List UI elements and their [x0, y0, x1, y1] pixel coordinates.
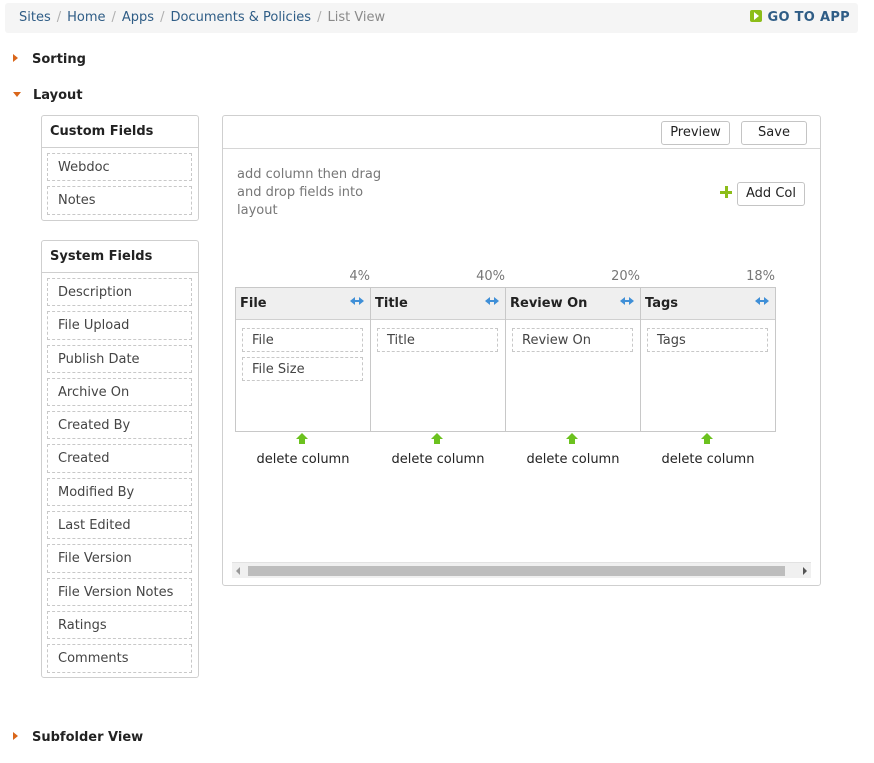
column-field-file[interactable]: File: [242, 328, 363, 352]
add-column-button[interactable]: Add Col: [737, 182, 805, 206]
field-comments[interactable]: Comments: [47, 644, 192, 673]
breadcrumb-separator: /: [160, 10, 165, 25]
scroll-right-icon[interactable]: [803, 567, 807, 575]
column-field-review-on[interactable]: Review On: [512, 328, 633, 352]
field-description[interactable]: Description: [47, 278, 192, 307]
column-title: File: [240, 296, 267, 311]
field-file-version[interactable]: File Version: [47, 544, 192, 573]
scroll-left-icon[interactable]: [236, 567, 240, 575]
column-width-title: 40%: [476, 269, 505, 284]
field-last-edited[interactable]: Last Edited: [47, 511, 192, 540]
resize-icon[interactable]: [755, 296, 769, 306]
column-header: Tags: [641, 288, 775, 320]
breadcrumb-sites[interactable]: Sites: [19, 10, 51, 25]
breadcrumb-documents-policies[interactable]: Documents & Policies: [170, 10, 311, 25]
breadcrumb-bar: Sites / Home / Apps / Documents & Policies / Lis…: [5, 3, 858, 33]
layout-column-tags[interactable]: Tags Tags: [640, 287, 776, 432]
field-created-by[interactable]: Created By: [47, 411, 192, 440]
column-field-title[interactable]: Title: [377, 328, 498, 352]
column-width-review-on: 20%: [611, 269, 640, 284]
column-header: Title: [371, 288, 505, 320]
layout-help-text: add column then drag and drop fields int…: [237, 167, 382, 218]
breadcrumb-current: List View: [327, 10, 386, 25]
field-created[interactable]: Created: [47, 444, 192, 473]
field-modified-by[interactable]: Modified By: [47, 477, 192, 507]
arrow-right-icon: [750, 10, 763, 22]
caret-right-icon: [13, 54, 18, 62]
field-publish-date[interactable]: Publish Date: [47, 344, 192, 373]
field-ratings[interactable]: Ratings: [47, 610, 192, 640]
layout-column-review-on[interactable]: Review On Review On: [505, 287, 641, 432]
delete-column-title[interactable]: delete column: [370, 452, 506, 467]
field-webdoc[interactable]: Webdoc: [47, 153, 192, 182]
layout-column-title[interactable]: Title Title: [370, 287, 506, 432]
layout-editor: Preview Save add column then drag and dr…: [222, 115, 821, 586]
preview-button[interactable]: Preview: [661, 121, 730, 145]
section-layout[interactable]: Layout: [13, 88, 83, 103]
editor-toolbar: Preview Save: [223, 116, 820, 149]
arrow-up-icon[interactable]: [566, 433, 578, 445]
column-field-file-size[interactable]: File Size: [242, 357, 363, 381]
custom-fields-panel: Custom Fields Webdoc Notes: [41, 115, 199, 221]
go-to-app-link[interactable]: GO TO APP: [750, 10, 850, 25]
field-notes[interactable]: Notes: [47, 186, 192, 215]
column-header: Review On: [506, 288, 640, 320]
column-title: Review On: [510, 296, 588, 311]
section-sorting[interactable]: Sorting: [13, 52, 86, 67]
field-archive-on[interactable]: Archive On: [47, 377, 192, 407]
column-title: Tags: [645, 296, 679, 311]
section-layout-label: Layout: [33, 88, 83, 103]
save-button[interactable]: Save: [741, 121, 807, 145]
delete-column-file[interactable]: delete column: [235, 452, 371, 467]
delete-column-tags[interactable]: delete column: [640, 452, 776, 467]
breadcrumb-separator: /: [56, 10, 62, 25]
column-width-tags: 18%: [746, 269, 775, 284]
breadcrumb: Sites / Home / Apps / Documents & Policies / Lis…: [19, 10, 385, 25]
column-title: Title: [375, 296, 408, 311]
resize-icon[interactable]: [485, 296, 499, 306]
breadcrumb-apps[interactable]: Apps: [122, 10, 154, 25]
plus-icon[interactable]: [720, 186, 732, 198]
breadcrumb-separator: /: [111, 10, 116, 25]
column-field-tags[interactable]: Tags: [647, 328, 768, 352]
breadcrumb-separator: /: [317, 10, 322, 25]
custom-fields-title: Custom Fields: [42, 116, 198, 148]
breadcrumb-home[interactable]: Home: [67, 10, 105, 25]
column-header: File: [236, 288, 370, 320]
layout-column-file[interactable]: File File File Size: [235, 287, 371, 432]
resize-icon[interactable]: [350, 296, 364, 306]
section-sorting-label: Sorting: [32, 52, 86, 67]
system-fields-title: System Fields: [42, 241, 198, 273]
section-subfolder-view-label: Subfolder View: [32, 730, 144, 745]
caret-down-icon: [13, 92, 21, 97]
arrow-up-icon[interactable]: [296, 433, 308, 445]
delete-column-review-on[interactable]: delete column: [505, 452, 641, 467]
resize-icon[interactable]: [620, 296, 634, 306]
field-file-version-notes[interactable]: File Version Notes: [47, 577, 192, 606]
caret-right-icon: [13, 732, 18, 740]
arrow-up-icon[interactable]: [701, 433, 713, 445]
horizontal-scrollbar[interactable]: [232, 562, 811, 578]
system-fields-panel: System Fields Description File Upload Pu…: [41, 240, 199, 678]
field-file-upload[interactable]: File Upload: [47, 311, 192, 340]
arrow-up-icon[interactable]: [431, 433, 443, 445]
go-to-app-label: GO TO APP: [767, 10, 850, 25]
scrollbar-thumb[interactable]: [248, 566, 785, 576]
section-subfolder-view[interactable]: Subfolder View: [13, 730, 143, 745]
column-width-file: 4%: [349, 269, 370, 284]
